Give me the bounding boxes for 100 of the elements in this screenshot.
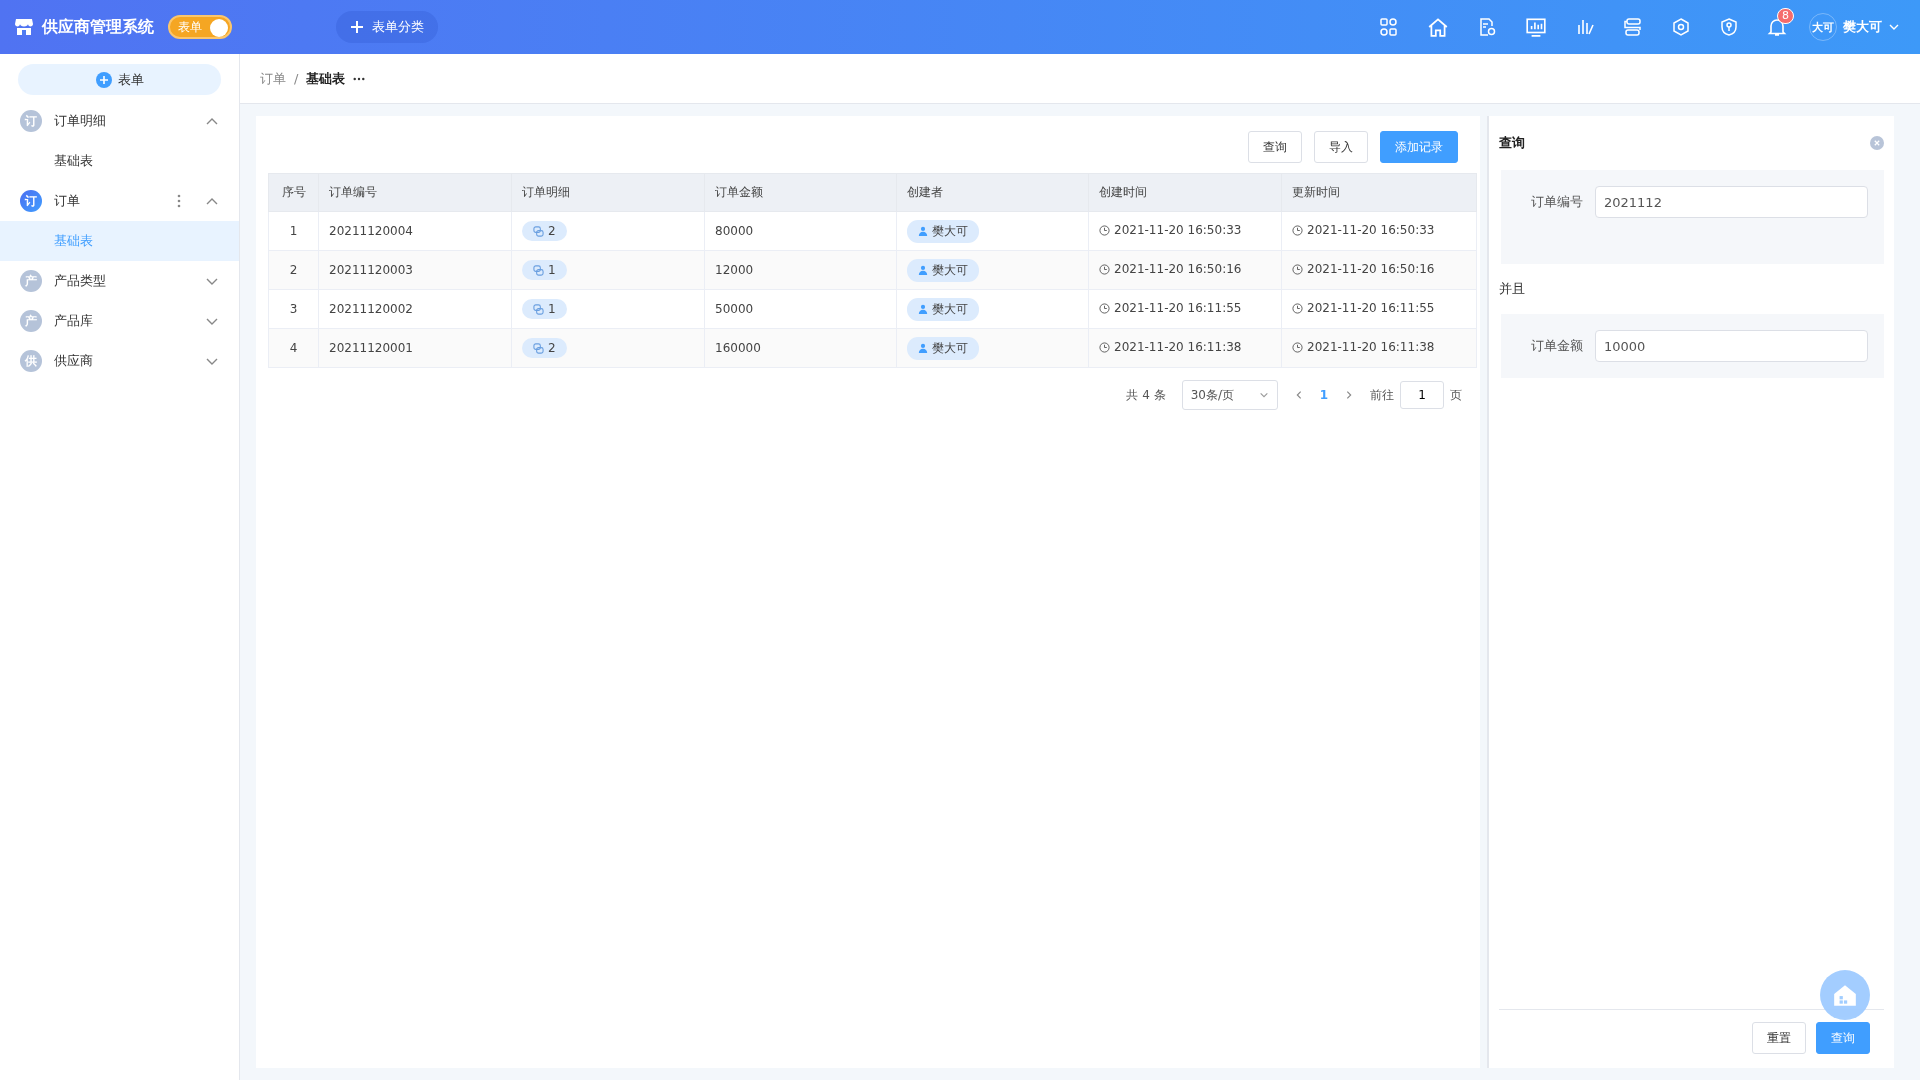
menu-label: 供应商 bbox=[54, 352, 94, 370]
filter-field[interactable]: 2021112 bbox=[1595, 186, 1868, 218]
app-title: 供应商管理系统 bbox=[42, 16, 154, 38]
table-cell: 50000 bbox=[704, 289, 897, 329]
bell-icon[interactable] bbox=[1767, 17, 1787, 37]
link-icon bbox=[533, 342, 544, 354]
column-header: 订单编号 bbox=[318, 173, 512, 212]
link-icon bbox=[533, 303, 544, 315]
detail-count-tag[interactable]: 1 bbox=[522, 260, 567, 280]
menu-group[interactable]: 产 产品库 bbox=[0, 301, 239, 341]
detail-count-tag[interactable]: 1 bbox=[522, 299, 567, 319]
link-icon bbox=[533, 225, 544, 237]
clock-icon bbox=[1292, 224, 1303, 236]
column-header: 更新时间 bbox=[1281, 173, 1477, 212]
goto-label: 前往 bbox=[1370, 386, 1394, 404]
filter-connector: 并且 bbox=[1499, 280, 1526, 298]
updated-time: 2021-11-20 16:50:33 bbox=[1292, 223, 1435, 238]
close-icon[interactable] bbox=[1870, 136, 1884, 150]
clock-icon bbox=[1292, 302, 1303, 314]
table-cell: 3 bbox=[268, 289, 319, 329]
flow-icon[interactable] bbox=[1623, 17, 1643, 37]
created-time: 2021-11-20 16:11:38 bbox=[1099, 340, 1242, 355]
page-unit: 页 bbox=[1450, 386, 1462, 404]
table-cell: 80000 bbox=[704, 211, 897, 251]
link-icon bbox=[533, 264, 544, 276]
clock-icon bbox=[1099, 302, 1110, 314]
bar-chart-icon[interactable] bbox=[1575, 17, 1595, 37]
clock-icon bbox=[1099, 263, 1110, 275]
apps-icon[interactable] bbox=[1379, 17, 1399, 37]
menu-group[interactable]: 产 产品类型 bbox=[0, 261, 239, 301]
table-cell: 20211120004 bbox=[318, 211, 512, 251]
chevron-down-icon bbox=[1258, 390, 1269, 400]
new-form-button[interactable]: 表单 bbox=[18, 64, 221, 95]
goto-page-field[interactable]: 1 bbox=[1400, 381, 1444, 409]
form-category-button[interactable]: 表单分类 bbox=[336, 11, 438, 43]
user-icon bbox=[918, 304, 928, 314]
user-icon bbox=[918, 226, 928, 236]
filter-field[interactable]: 10000 bbox=[1595, 330, 1868, 362]
updated-time: 2021-11-20 16:50:16 bbox=[1292, 262, 1435, 277]
creator-tag: 樊大可 bbox=[907, 258, 979, 282]
clock-icon bbox=[1099, 341, 1110, 353]
created-time: 2021-11-20 16:50:16 bbox=[1099, 262, 1242, 277]
floating-home-button[interactable] bbox=[1820, 970, 1870, 1020]
menu-label: 产品库 bbox=[54, 312, 94, 330]
creator-tag: 樊大可 bbox=[907, 219, 979, 243]
document-gear-icon[interactable] bbox=[1477, 17, 1497, 37]
plus-icon bbox=[350, 20, 364, 34]
updated-time: 2021-11-20 16:11:38 bbox=[1292, 340, 1435, 355]
toolbar-button[interactable]: 导入 bbox=[1314, 131, 1368, 163]
menu-letter-icon: 产 bbox=[20, 310, 42, 332]
table-cell: 4 bbox=[268, 328, 319, 368]
panel-title: 查询 bbox=[1499, 134, 1525, 152]
detail-count-tag[interactable]: 2 bbox=[522, 338, 567, 358]
created-time: 2021-11-20 16:50:33 bbox=[1099, 223, 1242, 238]
menu-label: 产品类型 bbox=[54, 272, 107, 290]
user-icon bbox=[918, 265, 928, 275]
store-icon bbox=[14, 17, 34, 37]
table-cell: 12000 bbox=[704, 250, 897, 290]
table-cell: 1 bbox=[268, 211, 319, 251]
column-header: 创建时间 bbox=[1088, 173, 1282, 212]
table-cell: 20211120001 bbox=[318, 328, 512, 368]
creator-tag: 樊大可 bbox=[907, 336, 979, 360]
filter-label: 订单金额 bbox=[1531, 337, 1583, 355]
menu-group[interactable]: 订 订单明细 bbox=[0, 101, 239, 141]
column-header: 创建者 bbox=[896, 173, 1089, 212]
toolbar-button[interactable]: 查询 bbox=[1248, 131, 1302, 163]
notification-badge: 8 bbox=[1777, 8, 1794, 24]
table-cell: 160000 bbox=[704, 328, 897, 368]
menu-label: 订单 bbox=[54, 192, 81, 210]
detail-count-tag[interactable]: 2 bbox=[522, 221, 567, 241]
column-header: 订单金额 bbox=[704, 173, 897, 212]
menu-letter-icon: 订 bbox=[20, 190, 42, 212]
menu-group[interactable]: 供 供应商 bbox=[0, 341, 239, 381]
panel-button[interactable]: 重置 bbox=[1752, 1022, 1806, 1054]
menu-group[interactable]: 订 订单 bbox=[0, 181, 239, 221]
page-size-select[interactable]: 30条/页 bbox=[1181, 380, 1278, 410]
user-icon bbox=[918, 343, 928, 353]
column-header: 序号 bbox=[268, 173, 319, 212]
menu-letter-icon: 供 bbox=[20, 350, 42, 372]
monitor-chart-icon[interactable] bbox=[1525, 16, 1547, 38]
breadcrumb-item[interactable]: 订单 bbox=[260, 69, 286, 88]
clock-icon bbox=[1099, 224, 1110, 236]
more-icon[interactable] bbox=[353, 76, 366, 81]
breadcrumb-item[interactable]: 基础表 bbox=[306, 69, 346, 88]
next-page-icon[interactable] bbox=[1344, 390, 1354, 400]
menu-letter-icon: 订 bbox=[20, 110, 42, 132]
table-cell: 20211120002 bbox=[318, 289, 512, 329]
shield-key-icon[interactable] bbox=[1719, 17, 1739, 37]
user-name: 樊大可 bbox=[1843, 18, 1882, 36]
total-count: 共 4 条 bbox=[1126, 386, 1166, 404]
home-icon[interactable] bbox=[1427, 16, 1449, 38]
menu-item[interactable]: 基础表 bbox=[0, 141, 239, 181]
table-cell: 2 bbox=[268, 250, 319, 290]
plus-circle-icon bbox=[95, 71, 112, 88]
updated-time: 2021-11-20 16:11:55 bbox=[1292, 301, 1435, 316]
clock-icon bbox=[1292, 341, 1303, 353]
clock-icon bbox=[1292, 263, 1303, 275]
breadcrumb-separator: / bbox=[294, 71, 299, 86]
table-cell: 20211120003 bbox=[318, 250, 512, 290]
menu-letter-icon: 产 bbox=[20, 270, 42, 292]
